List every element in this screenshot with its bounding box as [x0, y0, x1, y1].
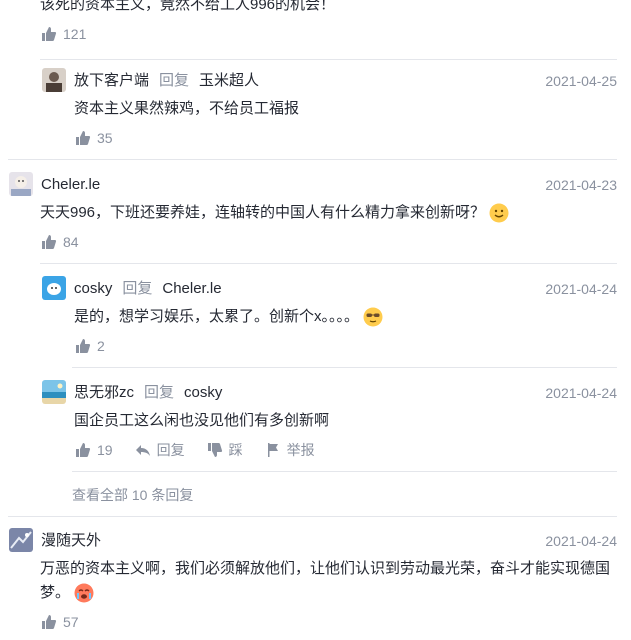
thumb-down-icon [207, 443, 222, 457]
comment-text-line: 梦。 [40, 584, 71, 601]
reply-arrow-icon [135, 445, 150, 456]
like-count: 19 [97, 442, 113, 458]
comment-date: 2021-04-24 [545, 533, 617, 549]
flag-icon [267, 443, 278, 457]
reply-target[interactable]: 玉米超人 [199, 71, 259, 91]
thumb-up-icon [76, 443, 91, 457]
comment-date: 2021-04-24 [545, 385, 617, 401]
thumb-up-icon [42, 615, 57, 629]
thumb-up-icon [42, 27, 57, 41]
avatar[interactable] [42, 380, 66, 404]
comment-text-line: 万恶的资本主义啊，我们必须解放他们，让他们认识到劳动最光荣，奋斗才能实现德国 [40, 560, 611, 577]
sunglasses-emoji-icon [363, 307, 383, 327]
like-button[interactable]: 19 [75, 440, 113, 460]
comment-text: 是的，想学习娱乐，太累了。创新个x。。。。 [74, 308, 360, 325]
divider [8, 159, 617, 160]
reply-target[interactable]: cosky [184, 383, 222, 403]
comment-text: 天天996，下班还要养娃，连轴转的中国人有什么精力拿来创新呀？ [40, 204, 486, 221]
report-label: 举报 [286, 442, 315, 458]
author-name[interactable]: cosky [74, 279, 112, 299]
avatar[interactable] [9, 172, 33, 196]
comment-text: 该死的资本主义，竟然不给工人996的机会！ [40, 0, 336, 13]
like-button[interactable]: 84 [41, 232, 79, 252]
thumb-up-icon [42, 235, 57, 249]
like-button[interactable]: 35 [75, 128, 113, 148]
author-name[interactable]: 思无邪zc [74, 383, 134, 403]
like-count: 84 [63, 234, 79, 250]
like-count: 35 [97, 130, 113, 146]
divider [40, 59, 617, 60]
dislike-button[interactable]: 踩 [207, 440, 243, 460]
divider [72, 471, 617, 472]
author-name[interactable]: 漫随天外 [41, 531, 101, 551]
avatar[interactable] [42, 276, 66, 300]
crying-emoji-icon [74, 583, 94, 603]
like-button[interactable]: 121 [41, 24, 86, 44]
author-name[interactable]: 放下客户端 [74, 71, 149, 91]
avatar[interactable] [42, 68, 66, 92]
smile-emoji-icon [489, 203, 509, 223]
reply-label: 回复 [144, 384, 175, 401]
divider [40, 263, 617, 264]
reply-label: 回复 [159, 72, 190, 89]
thumb-up-icon [76, 339, 91, 353]
like-count: 57 [63, 614, 79, 630]
like-count: 2 [97, 338, 105, 354]
author-name[interactable]: Cheler.le [41, 175, 100, 195]
comment-text: 国企员工这么闲也没见他们有多创新啊 [74, 412, 330, 429]
divider [8, 516, 617, 517]
comment-date: 2021-04-24 [545, 281, 617, 297]
view-all-replies-link[interactable]: 查看全部 10 条回复 [72, 485, 193, 505]
comment-date: 2021-04-23 [545, 177, 617, 193]
reply-button[interactable]: 回复 [135, 440, 185, 460]
reply-target[interactable]: Cheler.le [162, 279, 221, 299]
like-button[interactable]: 2 [75, 336, 105, 356]
like-count: 121 [63, 26, 87, 42]
comment-text: 资本主义果然辣鸡，不给员工福报 [74, 100, 300, 117]
divider [72, 367, 617, 368]
like-button[interactable]: 57 [41, 612, 79, 632]
comment-date: 2021-04-25 [545, 73, 617, 89]
thumb-up-icon [76, 131, 91, 145]
reply-label: 回复 [122, 280, 153, 297]
avatar[interactable] [9, 528, 33, 552]
report-button[interactable]: 举报 [265, 440, 315, 460]
dislike-label: 踩 [228, 442, 243, 458]
reply-label: 回复 [156, 442, 185, 458]
